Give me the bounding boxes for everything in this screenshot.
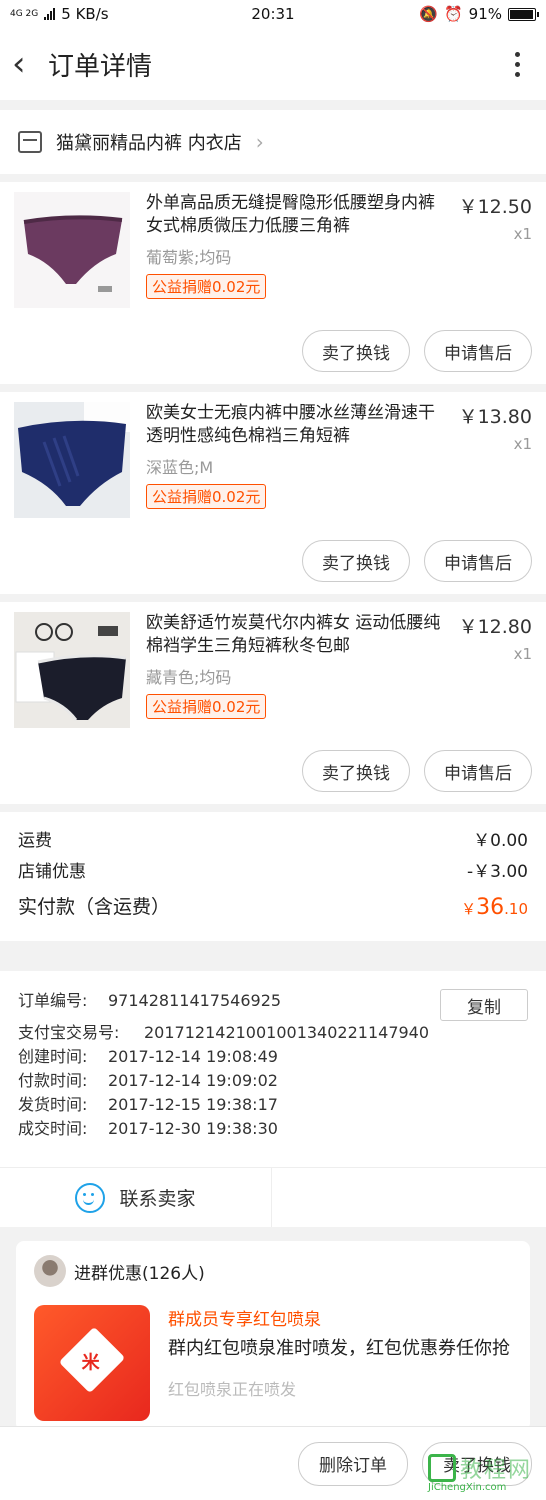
shipped-value: 2017-12-15 19:38:17 — [108, 1095, 278, 1114]
order-item: 外单高品质无缝提臀隐形低腰塑身内裤 女式棉质微压力低腰三角裤 葡萄紫;均码 公益… — [0, 174, 546, 384]
after-sale-button[interactable]: 申请售后 — [424, 750, 532, 792]
contact-seller-button[interactable]: 联系卖家 — [0, 1168, 272, 1227]
nav-bar: ‹ 订单详情 — [0, 28, 546, 100]
net-speed: 5 KB/s — [61, 5, 109, 23]
product-price: ￥12.80 — [458, 616, 532, 638]
charity-tag: 公益捐赠0.02元 — [146, 484, 267, 509]
chat-icon — [75, 1182, 106, 1213]
order-no-value: 97142811417546925 — [108, 991, 282, 1010]
mute-icon: 🔕 — [419, 5, 438, 23]
red-envelope-icon: 米 — [34, 1305, 150, 1421]
after-sale-button[interactable]: 申请售后 — [424, 540, 532, 582]
resell-order-button[interactable]: 卖了换钱 — [422, 1441, 532, 1486]
created-value: 2017-12-14 19:08:49 — [108, 1047, 278, 1066]
product-image[interactable] — [14, 192, 130, 308]
product-price: ￥12.50 — [458, 196, 532, 218]
total-currency: ￥ — [461, 900, 477, 918]
more-options-icon[interactable] — [501, 46, 534, 83]
product-name[interactable]: 外单高品质无缝提臀隐形低腰塑身内裤 女式棉质微压力低腰三角裤 — [146, 192, 450, 238]
charity-tag: 公益捐赠0.02元 — [146, 694, 267, 719]
shop-icon — [18, 131, 42, 153]
product-image[interactable] — [14, 612, 130, 728]
order-item: 欧美舒适竹炭莫代尔内裤女 运动低腰纯棉裆学生三角短裤秋冬包邮 藏青色;均码 公益… — [0, 594, 546, 804]
discount-value: -￥3.00 — [467, 862, 528, 882]
product-sku: 藏青色;均码 — [146, 668, 232, 687]
group-promo-card[interactable]: 进群优惠(126人) 米 群成员专享红包喷泉 群内红包喷泉准时喷发，红包优惠券任… — [16, 1241, 530, 1431]
chevron-right-icon: › — [255, 130, 264, 154]
network-label: 4G 2G — [10, 9, 39, 19]
charity-tag: 公益捐赠0.02元 — [146, 274, 267, 299]
shipped-label: 发货时间: — [18, 1095, 88, 1114]
contact-bar: 联系卖家 — [0, 1167, 546, 1227]
alipay-value: 2017121421001001340221147940 — [144, 1023, 430, 1042]
resell-button[interactable]: 卖了换钱 — [302, 330, 410, 372]
product-price: ￥13.80 — [458, 406, 532, 428]
product-qty: x1 — [513, 645, 532, 663]
closed-label: 成交时间: — [18, 1119, 88, 1138]
order-item: 欧美女士无痕内裤中腰冰丝薄丝滑速干透明性感纯色棉裆三角短裤 深蓝色;M 公益捐赠… — [0, 384, 546, 594]
bottom-action-bar: 删除订单 卖了换钱 — [0, 1426, 546, 1500]
product-qty: x1 — [513, 435, 532, 453]
order-meta: 复制 订单编号: 97142811417546925 支付宝交易号: 20171… — [0, 971, 546, 1167]
shipping-value: ￥0.00 — [473, 831, 528, 851]
group-avatar — [34, 1255, 66, 1287]
after-sale-button[interactable]: 申请售后 — [424, 330, 532, 372]
signal-icon — [44, 8, 56, 20]
resell-button[interactable]: 卖了换钱 — [302, 750, 410, 792]
product-sku: 深蓝色;M — [146, 458, 214, 477]
battery-percent: 91% — [468, 5, 502, 23]
total-int: 36 — [476, 895, 505, 920]
created-label: 创建时间: — [18, 1047, 88, 1066]
group-sub: 红包喷泉正在喷发 — [168, 1380, 297, 1399]
envelope-glyph: 米 — [81, 1352, 100, 1374]
group-title: 进群优惠(126人) — [74, 1263, 205, 1284]
product-name[interactable]: 欧美女士无痕内裤中腰冰丝薄丝滑速干透明性感纯色棉裆三角短裤 — [146, 402, 450, 448]
page-title: 订单详情 — [48, 51, 153, 82]
price-summary: 运费 ￥0.00 店铺优惠 -￥3.00 实付款（含运费） ￥36.10 — [0, 812, 546, 941]
group-desc: 群内红包喷泉准时喷发，红包优惠券任你抢 — [168, 1338, 510, 1359]
total-label: 实付款（含运费） — [18, 896, 171, 918]
product-image[interactable] — [14, 402, 130, 518]
copy-button[interactable]: 复制 — [440, 989, 528, 1021]
closed-value: 2017-12-30 19:38:30 — [108, 1119, 278, 1138]
back-arrow-icon[interactable]: ‹ — [12, 47, 42, 81]
status-bar: 4G 2G 5 KB/s 20:31 🔕 ⏰ 91% — [0, 0, 546, 28]
shop-header[interactable]: 猫黛丽精品内裤 内衣店 › — [0, 110, 546, 174]
group-headline: 群成员专享红包喷泉 — [168, 1310, 321, 1330]
alipay-label: 支付宝交易号: — [18, 1023, 120, 1042]
battery-icon — [508, 7, 539, 21]
total-amount: ￥36.10 — [461, 892, 528, 925]
alarm-icon: ⏰ — [443, 5, 463, 23]
product-qty: x1 — [513, 225, 532, 243]
shipping-label: 运费 — [18, 831, 52, 851]
order-no-label: 订单编号: — [18, 991, 88, 1010]
paid-value: 2017-12-14 19:09:02 — [108, 1071, 278, 1090]
total-dec: .10 — [504, 900, 528, 918]
discount-label: 店铺优惠 — [18, 862, 86, 882]
resell-button[interactable]: 卖了换钱 — [302, 540, 410, 582]
contact-label: 联系卖家 — [119, 1188, 196, 1210]
product-name[interactable]: 欧美舒适竹炭莫代尔内裤女 运动低腰纯棉裆学生三角短裤秋冬包邮 — [146, 612, 450, 658]
delete-order-button[interactable]: 删除订单 — [298, 1441, 408, 1486]
shop-name: 猫黛丽精品内裤 内衣店 — [56, 133, 242, 154]
product-sku: 葡萄紫;均码 — [146, 248, 232, 267]
paid-label: 付款时间: — [18, 1071, 88, 1090]
